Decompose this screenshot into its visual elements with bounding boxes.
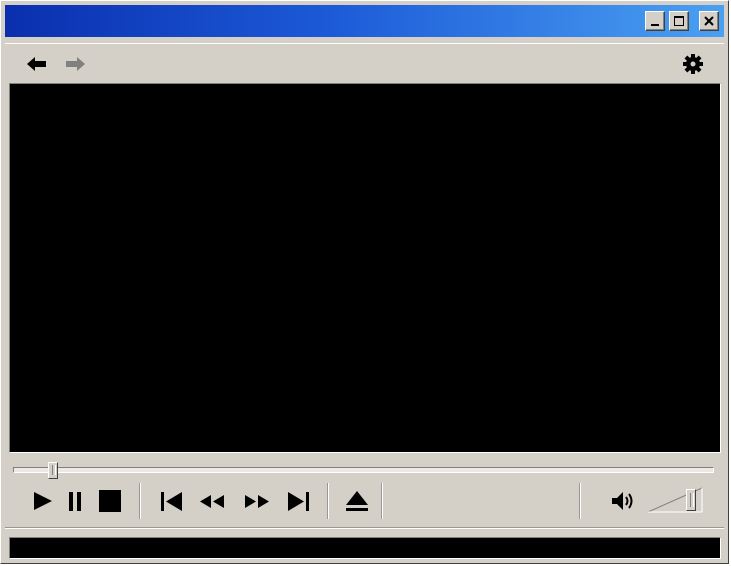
play-icon bbox=[34, 492, 52, 510]
eject-button[interactable] bbox=[343, 487, 371, 515]
video-display[interactable] bbox=[9, 83, 721, 453]
volume-handle[interactable] bbox=[686, 489, 697, 511]
control-separator bbox=[579, 483, 581, 519]
forward-button[interactable] bbox=[63, 53, 87, 75]
rewind-icon bbox=[200, 495, 224, 508]
arrow-left-icon bbox=[27, 57, 46, 71]
pause-button[interactable] bbox=[62, 487, 90, 515]
media-player-window bbox=[0, 0, 729, 564]
speaker-icon bbox=[612, 492, 633, 510]
skip-next-icon bbox=[288, 492, 309, 511]
minimize-icon bbox=[651, 24, 659, 26]
control-separator bbox=[139, 483, 141, 519]
close-button[interactable] bbox=[699, 11, 719, 31]
control-separator bbox=[381, 483, 383, 519]
maximize-icon bbox=[674, 16, 684, 26]
eject-icon bbox=[346, 491, 368, 511]
pause-icon bbox=[69, 492, 81, 511]
seek-handle[interactable] bbox=[47, 462, 58, 479]
seek-bar[interactable] bbox=[13, 467, 714, 473]
minimize-button[interactable] bbox=[645, 11, 665, 31]
stop-icon bbox=[99, 490, 121, 512]
control-separator bbox=[327, 483, 329, 519]
navigation-bar bbox=[5, 43, 724, 83]
status-divider bbox=[5, 527, 724, 529]
back-button[interactable] bbox=[25, 53, 49, 75]
previous-button[interactable] bbox=[157, 487, 185, 515]
next-button[interactable] bbox=[285, 487, 313, 515]
play-button[interactable] bbox=[29, 487, 57, 515]
arrow-right-icon bbox=[66, 57, 85, 71]
status-bar bbox=[9, 537, 721, 559]
stop-button[interactable] bbox=[96, 487, 124, 515]
skip-previous-icon bbox=[161, 492, 182, 511]
settings-button[interactable] bbox=[681, 53, 705, 75]
gear-icon bbox=[683, 54, 703, 74]
close-icon bbox=[704, 16, 714, 26]
mute-button[interactable] bbox=[609, 487, 637, 515]
title-bar[interactable] bbox=[5, 5, 724, 37]
rewind-button[interactable] bbox=[197, 487, 225, 515]
fast-forward-button[interactable] bbox=[243, 487, 271, 515]
maximize-button[interactable] bbox=[669, 11, 689, 31]
fast-forward-icon bbox=[245, 495, 269, 508]
